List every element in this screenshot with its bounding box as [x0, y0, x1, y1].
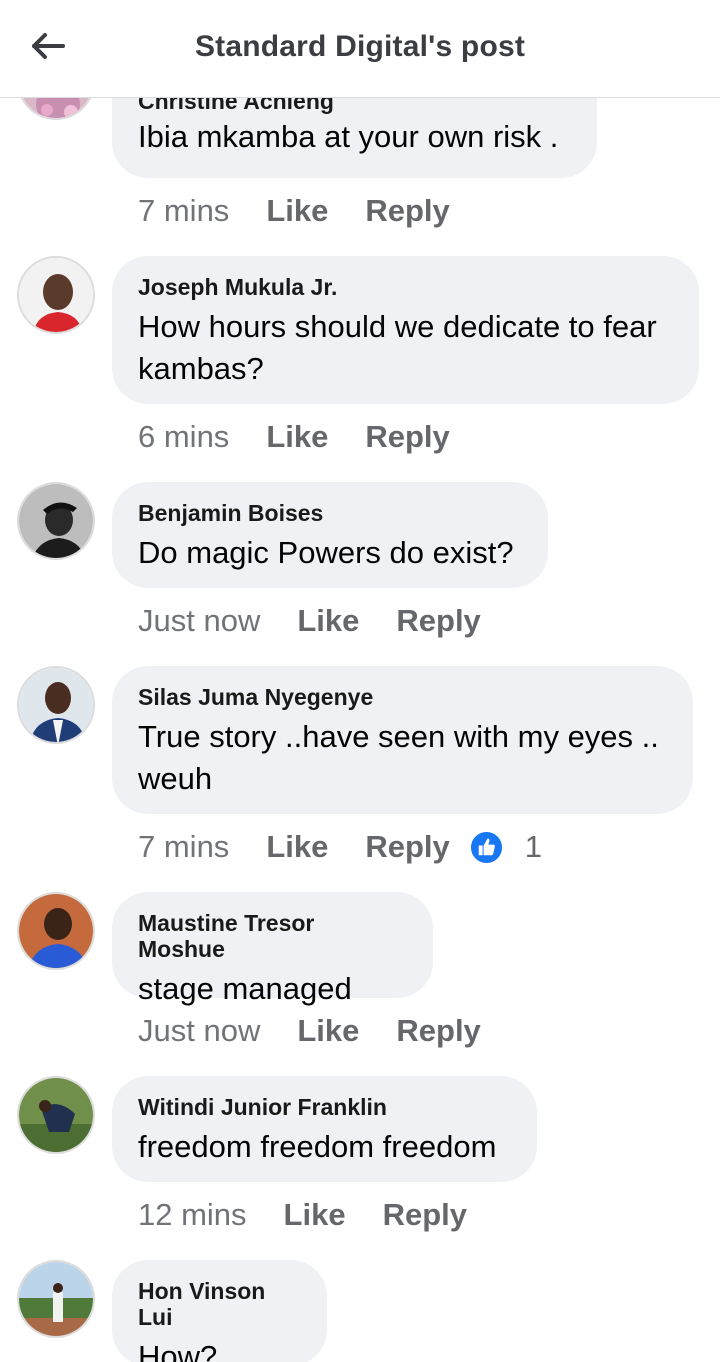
avatar[interactable]	[17, 1076, 95, 1154]
avatar[interactable]	[17, 256, 95, 334]
comment-actions: 12 mins Like Reply	[138, 1195, 467, 1235]
comment-text: Ibia mkamba at your own risk .	[138, 119, 559, 154]
like-button[interactable]: Like	[297, 603, 359, 639]
avatar-image	[19, 258, 93, 332]
reaction-summary[interactable]: 1	[470, 829, 542, 865]
comment-timestamp[interactable]: 12 mins	[138, 1197, 247, 1233]
comment-bubble: Maustine Tresor Moshue stage managed	[112, 892, 433, 1006]
avatar-image	[19, 894, 93, 968]
reply-button[interactable]: Reply	[396, 1013, 480, 1049]
avatar-image	[19, 1262, 93, 1336]
comment-text: True story ..have seen with my eyes .. w…	[138, 719, 659, 796]
avatar-image	[19, 668, 93, 742]
comment-bubble: Silas Juma Nyegenye True story ..have se…	[112, 666, 693, 814]
comment-bubble: Hon Vinson Lui How?	[112, 1260, 327, 1362]
comment-bubble: Benjamin Boises Do magic Powers do exist…	[112, 482, 548, 588]
comment-actions: Just now Like Reply	[138, 601, 481, 641]
like-button[interactable]: Like	[266, 829, 328, 865]
comment-author[interactable]: Benjamin Boises	[138, 500, 522, 526]
comment-author[interactable]: Hon Vinson Lui	[138, 1278, 301, 1330]
avatar[interactable]	[17, 482, 95, 560]
thumbs-up-icon	[470, 831, 502, 863]
avatar[interactable]	[17, 1260, 95, 1338]
comment-timestamp[interactable]: Just now	[138, 1013, 260, 1049]
comment-bubble: Joseph Mukula Jr. How hours should we de…	[112, 256, 699, 404]
avatar-image	[19, 1078, 93, 1152]
avatar-image	[19, 484, 93, 558]
comments-screen: Christine Achieng Ibia mkamba at your ow…	[0, 0, 720, 1362]
comment-timestamp[interactable]: 6 mins	[138, 419, 229, 455]
comment-timestamp[interactable]: 7 mins	[138, 829, 229, 865]
comment-author[interactable]: Witindi Junior Franklin	[138, 1094, 511, 1120]
comment-author[interactable]: Maustine Tresor Moshue	[138, 910, 407, 962]
comment-text: How?	[138, 1339, 218, 1362]
comment-author[interactable]: Joseph Mukula Jr.	[138, 274, 673, 300]
comment-timestamp[interactable]: 7 mins	[138, 193, 229, 229]
comment-text: How hours should we dedicate to fear kam…	[138, 309, 657, 386]
comment-text: Do magic Powers do exist?	[138, 535, 514, 570]
like-button[interactable]: Like	[266, 419, 328, 455]
comment-actions: 7 mins Like Reply 1	[138, 827, 542, 867]
comment-actions: Just now Like Reply	[138, 1011, 481, 1051]
avatar[interactable]	[17, 666, 95, 744]
comment-actions: 6 mins Like Reply	[138, 417, 450, 457]
reply-button[interactable]: Reply	[396, 603, 480, 639]
comment-actions: 7 mins Like Reply	[138, 191, 450, 231]
comment-author[interactable]: Silas Juma Nyegenye	[138, 684, 667, 710]
like-button[interactable]: Like	[297, 1013, 359, 1049]
comment-bubble: Witindi Junior Franklin freedom freedom …	[112, 1076, 537, 1182]
top-bar: Standard Digital's post	[0, 0, 720, 98]
like-button[interactable]: Like	[266, 193, 328, 229]
page-title: Standard Digital's post	[194, 30, 526, 63]
comment-timestamp[interactable]: Just now	[138, 603, 260, 639]
comment-text: freedom freedom freedom	[138, 1129, 497, 1164]
reply-button[interactable]: Reply	[365, 193, 449, 229]
reply-button[interactable]: Reply	[365, 419, 449, 455]
avatar[interactable]	[17, 892, 95, 970]
comment-text: stage managed	[138, 971, 352, 1006]
reply-button[interactable]: Reply	[383, 1197, 467, 1233]
reaction-count: 1	[524, 829, 543, 864]
like-button[interactable]: Like	[284, 1197, 346, 1233]
reply-button[interactable]: Reply	[365, 829, 449, 865]
